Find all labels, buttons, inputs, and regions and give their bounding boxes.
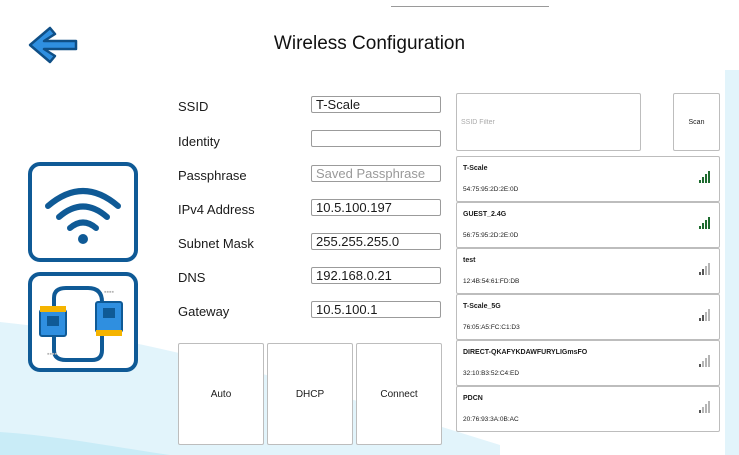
passphrase-field[interactable] xyxy=(311,165,441,182)
signal-bar xyxy=(702,223,704,229)
signal-bar xyxy=(705,404,707,413)
scan-button[interactable]: Scan xyxy=(673,93,720,151)
svg-text:▪▪▪▪: ▪▪▪▪ xyxy=(104,289,114,296)
network-ssid: PDCN xyxy=(463,395,483,402)
signal-bar xyxy=(708,401,710,413)
signal-bar xyxy=(705,312,707,321)
gateway-label: Gateway xyxy=(178,304,230,319)
network-ssid: DIRECT-QKAFYKDAWFURYLIGmsFO xyxy=(463,349,588,356)
network-bssid: 12:4B:54:61:FD:DB xyxy=(463,278,520,285)
signal-bar xyxy=(705,266,707,275)
network-item[interactable]: DIRECT-QKAFYKDAWFURYLIGmsFO 32:10:B3:52:… xyxy=(456,340,720,386)
wifi-mode-card[interactable] xyxy=(28,162,138,262)
network-ssid: T-Scale_5G xyxy=(463,303,501,310)
identity-label: Identity xyxy=(178,134,220,149)
dhcp-button[interactable]: DHCP xyxy=(267,343,353,445)
network-item[interactable]: T-Scale 54:75:95:2D:2E:0D xyxy=(456,156,720,202)
gateway-field[interactable] xyxy=(311,301,441,318)
signal-strength-icon xyxy=(699,401,711,413)
page-title: Wireless Configuration xyxy=(273,33,466,54)
network-item[interactable]: test 12:4B:54:61:FD:DB xyxy=(456,248,720,294)
network-bssid: 56:75:95:2D:2E:0D xyxy=(463,232,519,239)
ssid-field[interactable] xyxy=(311,96,441,113)
wifi-icon xyxy=(45,188,121,244)
signal-bar xyxy=(705,220,707,229)
dns-field[interactable] xyxy=(311,267,441,284)
network-item[interactable]: PDCN 20:76:93:3A:0B:AC xyxy=(456,386,720,432)
signal-bar xyxy=(702,315,704,321)
signal-bar xyxy=(699,364,701,367)
signal-bar xyxy=(708,171,710,183)
network-ssid: GUEST_2.4G xyxy=(463,211,507,218)
dns-label: DNS xyxy=(178,270,206,285)
ssid-label: SSID xyxy=(178,99,209,114)
signal-bar xyxy=(708,355,710,367)
ethernet-mode-card[interactable]: ▪▪▪▪ ▪▪▪▪ xyxy=(28,272,138,372)
svg-text:▪▪▪▪: ▪▪▪▪ xyxy=(47,351,57,358)
network-ssid: T-Scale xyxy=(463,165,488,172)
network-item[interactable]: T-Scale_5G 76:05:A5:FC:C1:D3 xyxy=(456,294,720,340)
ipv4-address-label: IPv4 Address xyxy=(178,202,255,217)
signal-strength-icon xyxy=(699,355,711,367)
signal-bar xyxy=(702,177,704,183)
ssid-filter-input[interactable] xyxy=(456,93,641,151)
signal-bar xyxy=(708,309,710,321)
signal-strength-icon xyxy=(699,171,711,183)
network-list: T-Scale 54:75:95:2D:2E:0D GUEST_2.4G 56:… xyxy=(456,156,720,432)
connect-button[interactable]: Connect xyxy=(356,343,442,445)
top-divider xyxy=(391,6,549,7)
subnet-mask-field[interactable] xyxy=(311,233,441,250)
network-item[interactable]: GUEST_2.4G 56:75:95:2D:2E:0D xyxy=(456,202,720,248)
signal-bar xyxy=(699,226,701,229)
signal-strength-icon xyxy=(699,309,711,321)
signal-bar xyxy=(708,217,710,229)
passphrase-label: Passphrase xyxy=(178,168,247,183)
identity-field[interactable] xyxy=(311,130,441,147)
network-bssid: 20:76:93:3A:0B:AC xyxy=(463,416,519,423)
signal-bar xyxy=(702,361,704,367)
network-bssid: 32:10:B3:52:C4:ED xyxy=(463,370,520,377)
signal-bar xyxy=(705,358,707,367)
signal-bar xyxy=(699,272,701,275)
ethernet-cable-icon: ▪▪▪▪ ▪▪▪▪ xyxy=(39,286,123,362)
signal-bar xyxy=(702,407,704,413)
network-bssid: 76:05:A5:FC:C1:D3 xyxy=(463,324,520,331)
signal-bar xyxy=(705,174,707,183)
network-ssid: test xyxy=(463,257,476,264)
signal-bar xyxy=(708,263,710,275)
subnet-mask-label: Subnet Mask xyxy=(178,236,254,251)
auto-button[interactable]: Auto xyxy=(178,343,264,445)
signal-bar xyxy=(699,180,701,183)
ipv4-address-field[interactable] xyxy=(311,199,441,216)
signal-bar xyxy=(699,410,701,413)
network-bssid: 54:75:95:2D:2E:0D xyxy=(463,186,519,193)
signal-strength-icon xyxy=(699,217,711,229)
signal-bar xyxy=(699,318,701,321)
signal-strength-icon xyxy=(699,263,711,275)
signal-bar xyxy=(702,269,704,275)
